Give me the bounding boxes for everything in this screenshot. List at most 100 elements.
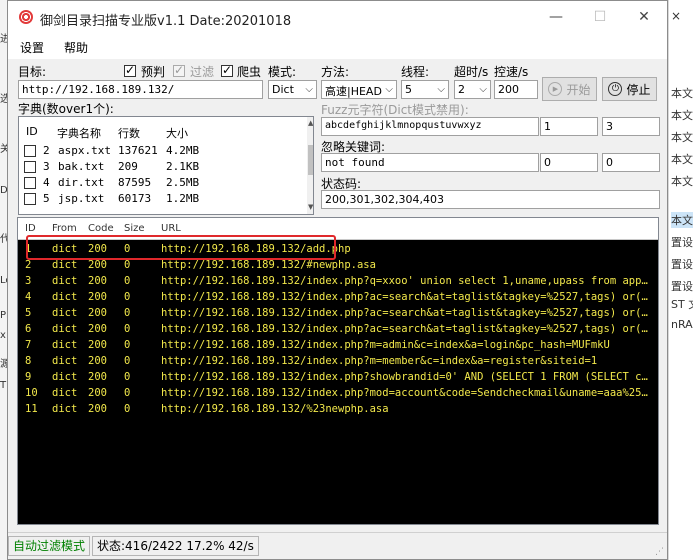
window-title: 御剑目录扫描专业版v1.1 Date:20201018 <box>40 14 292 29</box>
table-row[interactable]: 4 dict 200 0 http://192.168.189.132/inde… <box>18 290 658 306</box>
timeout-select-value: 2 <box>458 83 465 96</box>
row-from: dict <box>52 291 78 303</box>
dict-col-id: ID <box>26 125 38 138</box>
dict-row-checkbox[interactable] <box>24 161 36 173</box>
bg-close-icon: × <box>671 9 682 23</box>
dict-row-name: jsp.txt <box>58 192 105 205</box>
scroll-up-icon[interactable]: ▲ <box>308 119 313 127</box>
table-row[interactable]: 3 dict 200 0 http://192.168.189.132/inde… <box>18 274 658 290</box>
row-code: 200 <box>88 259 107 271</box>
menu-bar <box>8 33 667 59</box>
dict-row-checkbox[interactable] <box>24 177 36 189</box>
dict-scroll-thumb[interactable] <box>308 145 313 175</box>
throttle-label: 控速/s <box>494 65 529 79</box>
table-row[interactable]: 8 dict 200 0 http://192.168.189.132/inde… <box>18 354 658 370</box>
bg-fragment: 本文 <box>671 153 693 166</box>
table-row[interactable]: 2 dict 200 0 http://192.168.189.132/#new… <box>18 258 658 274</box>
start-button[interactable]: ▶ 开始 <box>542 77 597 101</box>
table-row[interactable]: 10 dict 200 0 http://192.168.189.132/ind… <box>18 386 658 402</box>
results-table[interactable]: ID From Code Size URL 1 dict 200 0 http:… <box>17 217 659 525</box>
table-row[interactable]: 6 dict 200 0 http://192.168.189.132/inde… <box>18 322 658 338</box>
filter-checkbox[interactable] <box>173 63 185 77</box>
row-url: http://192.168.189.132/index.php?ac=sear… <box>161 291 653 303</box>
bg-fragment: 本文 <box>671 131 693 144</box>
row-from: dict <box>52 387 78 399</box>
row-url: http://192.168.189.132/index.php?ac=sear… <box>161 307 653 319</box>
ignore-input[interactable]: not found <box>321 153 539 172</box>
row-id: 8 <box>25 355 32 367</box>
dict-row-id: 3 <box>43 160 50 173</box>
menu-help[interactable]: 帮助 <box>64 39 88 56</box>
dict-row-id: 5 <box>43 192 50 205</box>
row-code: 200 <box>88 323 107 335</box>
close-button[interactable]: ✕ <box>622 1 666 33</box>
row-code: 200 <box>88 355 107 367</box>
resize-grip-icon[interactable]: ⋰ <box>655 547 665 557</box>
dict-row-size: 1.2MB <box>166 192 200 205</box>
minimize-button[interactable]: — <box>534 1 578 33</box>
method-label: 方法: <box>321 65 350 79</box>
row-code: 200 <box>88 339 107 351</box>
row-size: 0 <box>124 323 131 335</box>
table-row[interactable]: 5 dict 200 0 http://192.168.189.132/inde… <box>18 306 658 322</box>
row-id: 7 <box>25 339 32 351</box>
dict-col-lines: 行数 <box>118 127 140 140</box>
stop-button[interactable]: ⏻ 停止 <box>602 77 657 101</box>
annotation-highlight-box <box>26 235 336 260</box>
row-id: 10 <box>25 387 38 399</box>
table-row[interactable]: 7 dict 200 0 http://192.168.189.132/inde… <box>18 338 658 354</box>
predict-checkbox[interactable] <box>124 63 136 77</box>
row-from: dict <box>52 259 78 271</box>
mode-select[interactable]: Dict ⌵ <box>268 80 317 99</box>
table-row[interactable]: 11 dict 200 0 http://192.168.189.132/%23… <box>18 402 658 418</box>
dict-scrollbar[interactable]: ▲ ▼ <box>307 117 313 214</box>
predict-label: 预判 <box>141 65 166 79</box>
dict-row-lines: 137621 <box>118 144 158 157</box>
app-logo-icon <box>19 10 33 24</box>
status-progress: 状态:416/2422 17.2% 42/s <box>92 536 259 556</box>
chevron-down-icon: ⌵ <box>305 84 313 95</box>
dict-row-id: 4 <box>43 176 50 189</box>
row-code: 200 <box>88 307 107 319</box>
fuzz-max-input[interactable]: 3 <box>602 117 660 136</box>
crawler-checkbox[interactable] <box>221 63 233 77</box>
row-size: 0 <box>124 403 131 415</box>
dict-list[interactable]: ID 字典名称 行数 大小 2 aspx.txt 137621 4.2MB 3 … <box>18 116 314 215</box>
row-url: http://192.168.189.132/index.php?showbra… <box>161 371 653 383</box>
dict-row-size: 4.2MB <box>166 144 200 157</box>
bg-fragment: ST 文 <box>671 298 693 311</box>
row-code: 200 <box>88 387 107 399</box>
maximize-button[interactable]: ☐ <box>578 1 622 33</box>
power-icon: ⏻ <box>608 82 623 96</box>
method-select[interactable]: 高速|HEAD ⌵ <box>321 80 397 99</box>
dict-col-size: 大小 <box>166 127 188 140</box>
ignore-a-input[interactable]: 0 <box>540 153 598 172</box>
dict-row-checkbox[interactable] <box>24 145 36 157</box>
row-url: http://192.168.189.132/index.php?m=admin… <box>161 339 610 351</box>
stop-button-label: 停止 <box>626 82 651 97</box>
timeout-select[interactable]: 2 ⌵ <box>454 80 491 99</box>
threads-select-value: 5 <box>405 83 412 96</box>
title-bar[interactable]: 御剑目录扫描专业版v1.1 Date:20201018 — ☐ ✕ <box>8 1 667 33</box>
bg-fragment: 本文 <box>671 175 693 188</box>
throttle-input[interactable]: 200 <box>494 80 538 99</box>
threads-select[interactable]: 5 ⌵ <box>401 80 449 99</box>
ignore-b-input[interactable]: 0 <box>602 153 660 172</box>
status-codes-input[interactable]: 200,301,302,304,403 <box>321 190 660 209</box>
row-id: 4 <box>25 291 32 303</box>
row-size: 0 <box>124 259 131 271</box>
fuzz-min-input[interactable]: 1 <box>540 117 598 136</box>
dict-row-lines: 87595 <box>118 176 152 189</box>
row-from: dict <box>52 403 78 415</box>
fuzz-input[interactable]: abcdefghijklmnopqustuvwxyz <box>321 117 539 136</box>
row-code: 200 <box>88 291 107 303</box>
scroll-down-icon[interactable]: ▼ <box>308 203 313 211</box>
menu-settings[interactable]: 设置 <box>20 39 44 56</box>
table-row[interactable]: 9 dict 200 0 http://192.168.189.132/inde… <box>18 370 658 386</box>
dict-row-size: 2.5MB <box>166 176 200 189</box>
results-col-code: Code <box>88 223 114 234</box>
target-input[interactable]: http://192.168.189.132/ <box>18 80 263 99</box>
row-size: 0 <box>124 371 131 383</box>
filter-label: 过滤 <box>190 65 215 79</box>
dict-row-checkbox[interactable] <box>24 193 36 205</box>
